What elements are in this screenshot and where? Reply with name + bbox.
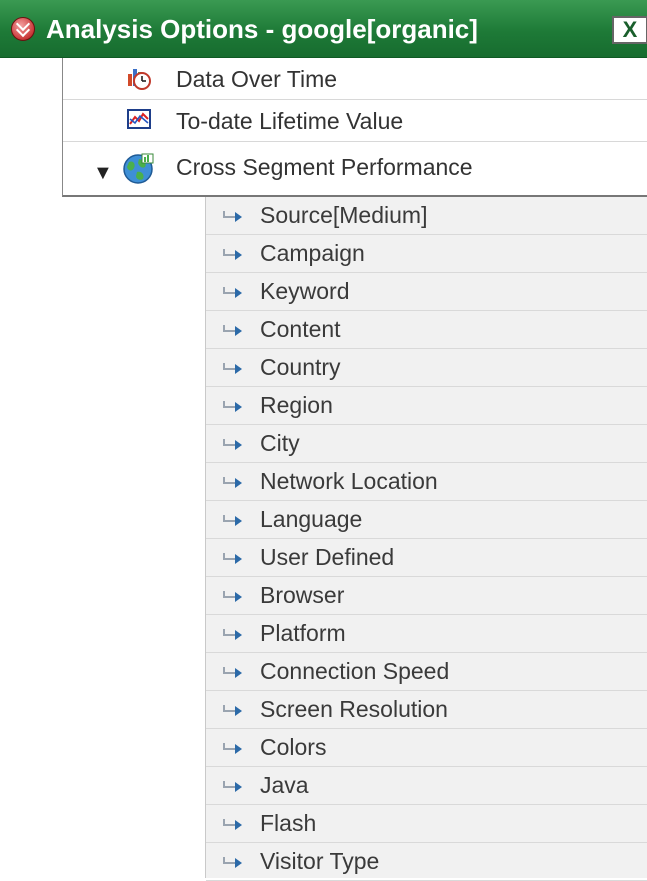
segment-label: Source[Medium] <box>260 202 428 228</box>
segment-item[interactable]: Content <box>206 311 647 349</box>
close-button[interactable]: X <box>612 16 647 44</box>
segment-item[interactable]: User Defined <box>206 539 647 577</box>
segment-item[interactable]: Browser <box>206 577 647 615</box>
sub-arrow-icon <box>223 781 242 792</box>
segment-item[interactable]: Region <box>206 387 647 425</box>
sub-arrow-icon <box>223 325 242 336</box>
sub-arrow-icon <box>223 591 242 602</box>
sub-arrow-icon <box>223 363 242 374</box>
segment-item[interactable]: Keyword <box>206 273 647 311</box>
segment-item[interactable]: Country <box>206 349 647 387</box>
segment-label: Platform <box>260 620 346 646</box>
segment-label: Language <box>260 506 363 532</box>
lifetime-value-icon <box>127 109 151 129</box>
menu-item-cross-segment[interactable]: ▼ Cross Segment Performance <box>63 142 647 197</box>
segment-item[interactable]: Screen Resolution <box>206 691 647 729</box>
segment-label: Colors <box>260 734 327 760</box>
segment-label: Keyword <box>260 278 350 304</box>
segment-item[interactable]: Colors <box>206 729 647 767</box>
menu-item-label: Data Over Time <box>176 66 338 92</box>
segment-label: Country <box>260 354 341 380</box>
segment-label: Browser <box>260 582 345 608</box>
segment-item[interactable]: Platform <box>206 615 647 653</box>
segment-item[interactable]: Connection Speed <box>206 653 647 691</box>
sub-arrow-icon <box>223 629 242 640</box>
sub-arrow-icon <box>223 705 242 716</box>
menu-item-lifetime-value[interactable]: To-date Lifetime Value <box>63 100 647 142</box>
panel-title: Analysis Options - google[organic] <box>46 14 478 44</box>
segment-label: User Defined <box>260 544 395 570</box>
panel-header: Analysis Options - google[organic] X <box>0 0 647 58</box>
segment-item[interactable]: Visitor Type <box>206 843 647 881</box>
segment-label: Network Location <box>260 468 438 494</box>
segment-item[interactable]: Language <box>206 501 647 539</box>
segment-item[interactable]: Campaign <box>206 235 647 273</box>
menu-item-label: To-date Lifetime Value <box>176 108 404 134</box>
segment-label: Content <box>260 316 341 342</box>
sub-arrow-icon <box>223 857 242 868</box>
segment-item[interactable]: Flash <box>206 805 647 843</box>
menu-item-label: Cross Segment Performance <box>176 154 473 180</box>
sub-arrow-icon <box>223 667 242 678</box>
sub-arrow-icon <box>223 287 242 298</box>
segment-item[interactable]: City <box>206 425 647 463</box>
sub-arrow-icon <box>223 249 242 260</box>
sub-arrow-icon <box>223 743 242 754</box>
segment-label: Region <box>260 392 333 418</box>
sub-arrow-icon <box>223 401 242 412</box>
segment-label: City <box>260 430 300 456</box>
data-over-time-icon <box>128 69 151 90</box>
sub-arrow-icon <box>223 553 242 564</box>
segment-submenu: Source[Medium] Campaign Keyword Content Coun… <box>205 197 647 881</box>
expand-arrow-icon[interactable]: ▼ <box>93 162 113 185</box>
sub-arrow-icon <box>223 439 242 450</box>
sub-arrow-icon <box>223 477 242 488</box>
sub-arrow-icon <box>223 211 242 222</box>
segment-label: Visitor Type <box>260 848 380 874</box>
segment-item[interactable]: Source[Medium] <box>206 197 647 235</box>
segment-label: Java <box>260 772 309 798</box>
segment-label: Screen Resolution <box>260 696 448 722</box>
sub-arrow-icon <box>223 515 242 526</box>
segment-label: Flash <box>260 810 317 836</box>
menu-item-data-over-time[interactable]: Data Over Time <box>63 58 647 100</box>
sub-arrow-icon <box>223 819 242 830</box>
segment-label: Campaign <box>260 240 365 266</box>
segment-item[interactable]: Java <box>206 767 647 805</box>
segment-item[interactable]: Network Location <box>206 463 647 501</box>
segment-label: Connection Speed <box>260 658 450 684</box>
analysis-menu: Data Over Time To-date Lifetime Value ▼ … <box>62 58 647 197</box>
globe-icon <box>123 153 154 184</box>
collapse-icon[interactable] <box>11 17 35 41</box>
